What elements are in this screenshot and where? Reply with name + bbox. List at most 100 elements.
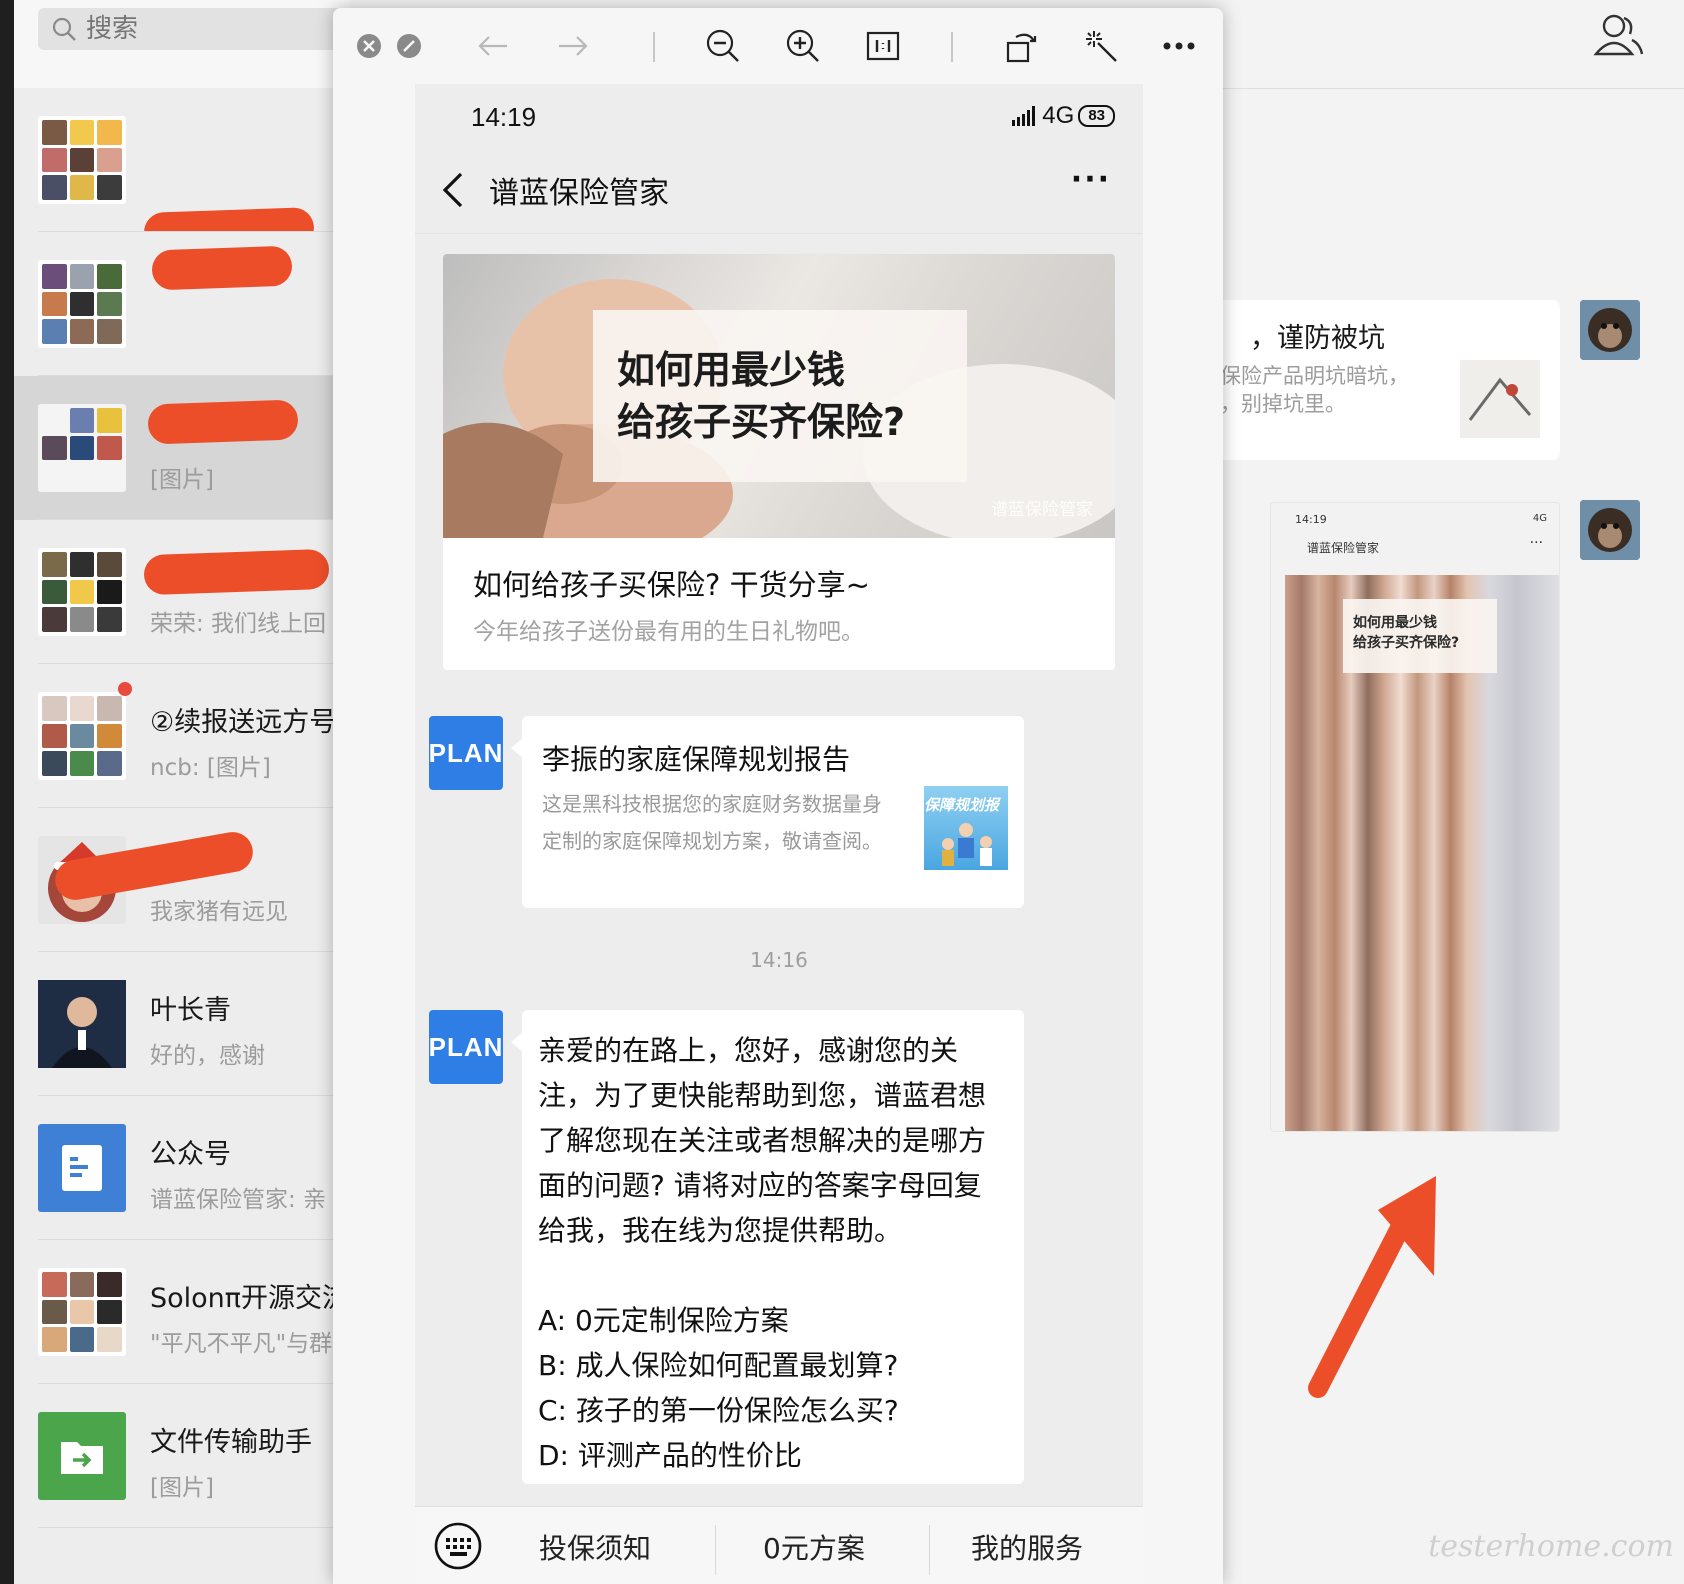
chat-list-item[interactable]: 叶长青 好的，感谢 bbox=[14, 952, 349, 1096]
link-card-title: 李振的家庭保障规划报告 bbox=[542, 743, 851, 776]
status-time: 14:19 bbox=[471, 102, 537, 132]
zoom-out-button[interactable] bbox=[703, 26, 743, 66]
official-account-avatar[interactable]: PLAN bbox=[429, 1010, 503, 1084]
chat-name: 叶长青 bbox=[150, 995, 231, 1026]
chat-list-item[interactable]: 荣荣: 我们线上回 bbox=[14, 520, 349, 664]
menu-item-my-services[interactable]: 我的服务 bbox=[971, 1527, 1083, 1567]
account-menu-bar: 投保须知 0元方案 我的服务 bbox=[415, 1506, 1143, 1584]
article-cover-image: 如何用最少钱 给孩子买齐保险? 谱蓝保险管家 bbox=[443, 254, 1115, 538]
chat-name: ②续报送远方号 bbox=[150, 707, 337, 738]
back-chevron-icon[interactable] bbox=[439, 170, 465, 210]
rotate-button[interactable] bbox=[1001, 26, 1041, 66]
article-description: 今年给孩子送份最有用的生日礼物吧。 bbox=[473, 619, 864, 645]
enhance-button[interactable] bbox=[1081, 26, 1121, 66]
group-members-icon[interactable] bbox=[1592, 10, 1644, 62]
article-card[interactable]: 如何用最少钱 给孩子买齐保险? 谱蓝保险管家 如何给孩子买保险? 干货分享~ 今… bbox=[443, 254, 1115, 670]
chat-preview: 好的，感谢 bbox=[150, 1043, 265, 1069]
image-message-thumbnail[interactable]: 14:19 4G 谱蓝保险管家 ··· 如何用最少钱 给孩子买齐保险? bbox=[1270, 502, 1560, 1132]
close-icon bbox=[357, 34, 381, 58]
official-account-avatar[interactable]: PLAN bbox=[429, 716, 503, 790]
thumb-nav-title: 谱蓝保险管家 bbox=[1307, 541, 1380, 555]
actual-size-button[interactable] bbox=[863, 26, 903, 66]
group-avatar bbox=[38, 1268, 126, 1356]
sender-avatar bbox=[1580, 300, 1640, 360]
search-input[interactable] bbox=[86, 14, 326, 44]
minimize-button[interactable] bbox=[389, 26, 429, 66]
chat-list-item[interactable] bbox=[14, 88, 349, 253]
chat-list-item[interactable]: 公众号 谱蓝保险管家: 亲 bbox=[14, 1096, 349, 1240]
actual-size-icon bbox=[866, 31, 900, 61]
bubble-desc-line: 保险产品明坑暗坑， bbox=[1220, 364, 1409, 388]
group-avatar bbox=[38, 548, 126, 636]
group-avatar bbox=[38, 260, 126, 348]
search-box[interactable] bbox=[38, 8, 349, 50]
chat-name: 公众号 bbox=[150, 1139, 231, 1170]
chat-preview: 我家猪有远见 bbox=[150, 899, 288, 925]
chat-list-item-active[interactable]: [图片] bbox=[14, 376, 349, 520]
chat-preview: 荣荣: 我们线上回 bbox=[150, 611, 327, 637]
zoom-in-button[interactable] bbox=[783, 26, 823, 66]
sender-avatar bbox=[1580, 500, 1640, 560]
answer-option-b: B: 成人保险如何配置最划算? bbox=[538, 1349, 899, 1382]
thumb-image-caption: 如何用最少钱 给孩子买齐保险? bbox=[1343, 599, 1497, 673]
annotation-arrow-icon bbox=[1308, 1176, 1436, 1398]
bubble-desc-line: ，别掉坑里。 bbox=[1220, 392, 1346, 416]
chat-more-button[interactable]: ··· bbox=[1071, 162, 1111, 197]
group-avatar bbox=[38, 692, 126, 780]
report-link-card[interactable]: 李振的家庭保障规划报告 这是黑科技根据您的家庭财务数据量身定制的家庭保障规划方案… bbox=[522, 716, 1024, 908]
search-bar bbox=[14, 0, 349, 88]
more-button[interactable] bbox=[1159, 26, 1199, 66]
chat-list-item[interactable]: 我家猪有远见 bbox=[14, 808, 349, 952]
menu-separator bbox=[715, 1525, 716, 1575]
more-icon bbox=[1163, 42, 1195, 50]
article-cover-caption: 如何用最少钱 给孩子买齐保险? bbox=[593, 310, 967, 482]
chat-preview: [图片] bbox=[150, 467, 214, 493]
chat-list-item[interactable]: ②续报送远方号 ncb: [图片] bbox=[14, 664, 349, 808]
keyboard-icon[interactable] bbox=[433, 1521, 483, 1571]
document-icon bbox=[62, 1145, 102, 1191]
redaction-mark bbox=[147, 399, 299, 445]
chat-preview: [图片] bbox=[150, 1475, 214, 1501]
bubble-title: ，谨防被坑 bbox=[1250, 323, 1385, 354]
rotate-icon bbox=[1006, 33, 1037, 63]
chat-name: 文件传输助手 bbox=[150, 1427, 312, 1458]
group-avatar bbox=[38, 404, 126, 492]
back-button[interactable] bbox=[473, 26, 513, 66]
battery-level: 83 bbox=[1078, 105, 1115, 127]
chat-name: Solonπ开源交流 bbox=[150, 1283, 349, 1314]
divider bbox=[38, 1527, 349, 1528]
chat-list-item[interactable]: 文件传输助手 [图片] bbox=[14, 1384, 349, 1528]
link-card-thumb-text: 保障规划报 bbox=[924, 796, 1000, 814]
chat-nav-bar: 谱蓝保险管家 ··· bbox=[415, 146, 1143, 234]
official-accounts-avatar bbox=[38, 1124, 126, 1212]
bubble-thumbnail bbox=[1460, 360, 1540, 438]
phone-screenshot: 14:19 4G 83 谱蓝保险管家 ··· 如何用最少钱 给孩子买齐保险? 谱… bbox=[415, 84, 1143, 1584]
zoom-out-icon bbox=[706, 29, 739, 62]
file-transfer-avatar bbox=[38, 1412, 126, 1500]
message-body: 亲爱的在路上，您好，感谢您的关注，为了更快能帮助到您，谱蓝君想了解您现在关注或者… bbox=[538, 1034, 987, 1247]
unread-dot bbox=[118, 682, 132, 696]
app-sidebar-strip bbox=[0, 0, 14, 1584]
arrow-left-icon bbox=[478, 36, 507, 56]
link-card-thumbnail: 保障规划报 bbox=[924, 786, 1008, 870]
magic-wand-icon bbox=[1086, 31, 1117, 62]
chat-list-item[interactable] bbox=[14, 232, 349, 376]
menu-item-insurance-notice[interactable]: 投保须知 bbox=[539, 1527, 651, 1567]
person-avatar-icon bbox=[38, 980, 126, 1068]
menu-separator bbox=[929, 1525, 930, 1575]
toolbar-separator bbox=[653, 32, 655, 62]
minimize-icon bbox=[397, 34, 421, 58]
menu-item-free-plan[interactable]: 0元方案 bbox=[763, 1527, 865, 1567]
thumb-more-icon: ··· bbox=[1529, 535, 1543, 551]
background-article-bubble[interactable]: ，谨防被坑 保险产品明坑暗坑， ，别掉坑里。 bbox=[1190, 300, 1560, 460]
chat-preview: "平凡不平凡"与群 bbox=[150, 1331, 333, 1357]
zoom-in-icon bbox=[786, 29, 819, 62]
toolbar-separator bbox=[951, 32, 953, 62]
answer-option-c: C: 孩子的第一份保险怎么买? bbox=[538, 1394, 899, 1427]
close-button[interactable] bbox=[349, 26, 389, 66]
chat-list-item[interactable]: Solonπ开源交流 "平凡不平凡"与群 bbox=[14, 1240, 349, 1384]
forward-button[interactable] bbox=[553, 26, 593, 66]
user-avatar bbox=[38, 980, 126, 1068]
search-icon bbox=[52, 17, 76, 41]
status-signal: 4G 83 bbox=[1012, 102, 1115, 130]
